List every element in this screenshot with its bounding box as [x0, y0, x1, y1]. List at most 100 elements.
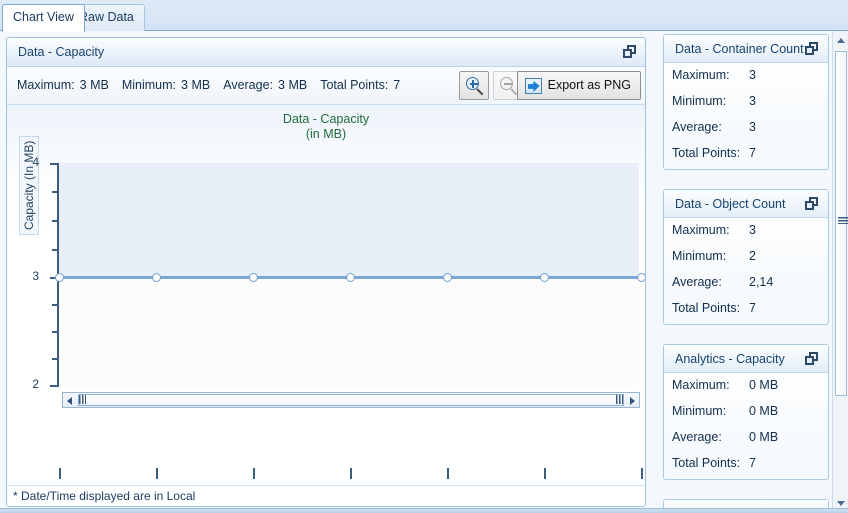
card-row-value: 0 MB	[749, 404, 779, 418]
y-tick-label-2: 2	[32, 377, 39, 391]
scrollbar-thumb[interactable]	[78, 394, 624, 406]
card-row-key: Total Points:	[672, 146, 741, 160]
x-tick	[156, 468, 158, 479]
zoom-in-button[interactable]	[459, 71, 489, 100]
y-tick-minor	[52, 358, 59, 360]
data-point[interactable]	[151, 273, 161, 282]
stat-average-value: 3 MB	[278, 78, 308, 92]
card-row: Average: 3	[664, 115, 828, 141]
y-tick-minor	[52, 220, 59, 222]
card-row-value: 3	[749, 223, 756, 237]
chart-footnote: * Date/Time displayed are in Local	[7, 485, 645, 506]
plot-area-fill-lower	[59, 278, 639, 386]
scroll-left-arrow-icon[interactable]	[63, 393, 77, 407]
stats-card-object-count: Data - Object Count Maximum: 3 Minimum: …	[663, 189, 829, 325]
x-tick	[253, 468, 255, 479]
card-row-value: 7	[749, 301, 756, 315]
card-row-value: 0 MB	[749, 430, 779, 444]
data-point[interactable]	[248, 273, 258, 282]
chart-horizontal-scrollbar[interactable]	[62, 392, 640, 408]
page-vertical-scrollbar[interactable]	[832, 31, 848, 513]
chart-stats-bar: Maximum: 3 MB Minimum: 3 MB Average: 3 MB Tota…	[7, 67, 645, 105]
card-row: Maximum: 3	[664, 63, 828, 89]
card-row: Minimum: 3	[664, 89, 828, 115]
card-row: Minimum: 0 MB	[664, 399, 828, 425]
scroll-right-arrow-icon[interactable]	[625, 393, 639, 407]
data-point[interactable]	[345, 273, 355, 282]
card-row-value: 3	[749, 94, 756, 108]
chart-title-line2: (in MB)	[305, 127, 347, 141]
stat-minimum-value: 3 MB	[181, 78, 211, 92]
card-row: Average: 2,14	[664, 270, 828, 296]
stat-total-points-value: 7	[393, 78, 401, 92]
window-bottom-strip	[0, 508, 848, 513]
card-row-key: Average:	[672, 120, 722, 134]
card-row-value: 0 MB	[749, 378, 779, 392]
picture-export-icon	[524, 78, 542, 94]
card-row-key: Total Points:	[672, 301, 741, 315]
card-row-value: 2,14	[749, 275, 774, 289]
card-row-key: Minimum:	[672, 249, 727, 263]
data-point[interactable]	[442, 273, 452, 282]
range-grip-left[interactable]	[79, 395, 86, 404]
card-row-value: 7	[749, 456, 756, 470]
card-row-key: Maximum:	[672, 378, 730, 392]
y-tick-minor	[52, 191, 59, 193]
export-as-png-button[interactable]: Export as PNG	[516, 71, 641, 100]
card-header: Data - Container Count	[664, 35, 828, 63]
zoom-in-icon-handle	[476, 88, 484, 96]
chart-panel: Data - Capacity Maximum: 3 MB Minimum: 3 MB…	[6, 37, 646, 507]
x-tick	[350, 468, 352, 479]
vertical-scrollbar-thumb[interactable]	[835, 51, 848, 396]
card-row-key: Maximum:	[672, 68, 730, 82]
card-row-value: 7	[749, 146, 756, 160]
y-tick-major-2: 2	[32, 377, 59, 391]
plot-area: 4 3 2	[7, 155, 645, 506]
restore-window-icon[interactable]	[805, 42, 819, 56]
card-row: Minimum: 2	[664, 244, 828, 270]
tab-chart-view[interactable]: Chart View	[2, 4, 85, 32]
y-tick-minor	[52, 331, 59, 333]
card-row-value: 3	[749, 120, 756, 134]
stats-card-analytics-capacity: Analytics - Capacity Maximum: 0 MB Minim…	[663, 344, 829, 480]
chart-panel-header: Data - Capacity	[7, 38, 645, 67]
x-tick	[544, 468, 546, 479]
restore-window-icon[interactable]	[805, 197, 819, 211]
vertical-scrollbar-grip	[838, 217, 848, 224]
chart-title-line1: Data - Capacity	[282, 112, 370, 126]
tab-raw-data-label: Raw Data	[79, 10, 134, 24]
data-point[interactable]	[636, 273, 645, 282]
stat-maximum-label: Maximum:	[17, 78, 75, 92]
scroll-up-arrow-icon[interactable]	[833, 33, 848, 48]
card-title: Data - Object Count	[675, 197, 786, 211]
stat-average-label: Average:	[223, 78, 274, 92]
tab-strip: Chart View Raw Data	[0, 0, 848, 32]
tab-chart-view-label: Chart View	[13, 10, 74, 24]
card-row-key: Average:	[672, 430, 722, 444]
x-tick	[59, 468, 61, 479]
plot-area-fill-upper	[59, 163, 639, 278]
card-header: Data - Object Count	[664, 190, 828, 218]
restore-window-icon[interactable]	[623, 45, 637, 59]
x-tick	[447, 468, 449, 479]
y-tick-minor	[52, 304, 59, 306]
chart-stats-text: Maximum: 3 MB Minimum: 3 MB Average: 3 MB Tota…	[17, 78, 413, 92]
card-row-key: Maximum:	[672, 223, 730, 237]
app-root: Chart View Raw Data Data - Capacity Maxi…	[0, 0, 848, 513]
card-row: Average: 0 MB	[664, 425, 828, 451]
data-point[interactable]	[539, 273, 549, 282]
x-tick	[641, 468, 643, 479]
card-row-key: Minimum:	[672, 404, 727, 418]
stats-card-container-count: Data - Container Count Maximum: 3 Minimu…	[663, 34, 829, 170]
data-point[interactable]	[54, 273, 64, 282]
range-grip-right[interactable]	[616, 395, 623, 404]
card-row: Maximum: 0 MB	[664, 373, 828, 399]
restore-window-icon[interactable]	[805, 352, 819, 366]
card-row: Total Points: 7	[664, 141, 828, 167]
card-row: Total Points: 7	[664, 296, 828, 322]
card-row-value: 3	[749, 68, 756, 82]
plot-region: Data - Capacity (in MB) Capacity (In MB)…	[7, 105, 645, 506]
card-row: Total Points: 7	[664, 451, 828, 477]
restore-icon-square-front	[623, 49, 632, 58]
card-title: Analytics - Capacity	[675, 352, 785, 366]
